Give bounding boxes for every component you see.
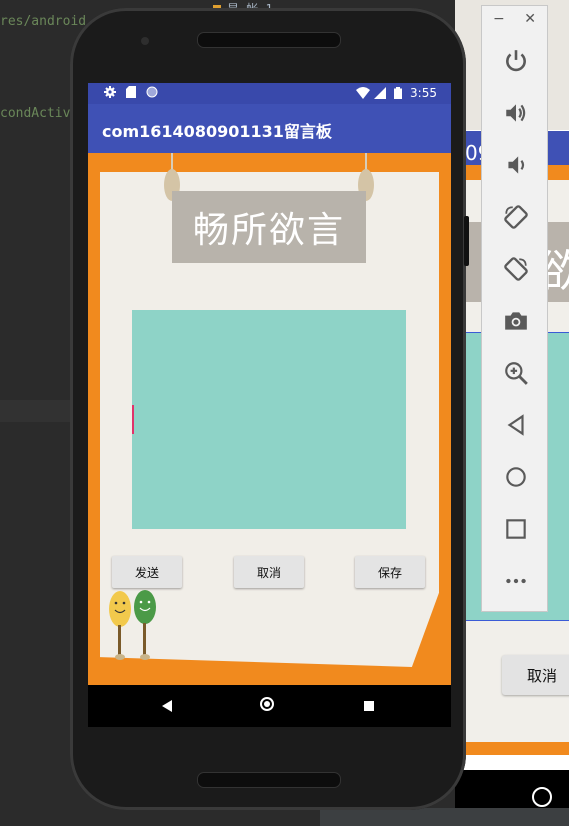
back-icon[interactable] xyxy=(162,700,172,712)
back-icon[interactable] xyxy=(482,399,549,451)
app-bar: com1614080901131留言板 xyxy=(88,104,451,153)
settings-icon xyxy=(104,86,116,98)
send-button[interactable]: 发送 xyxy=(112,556,182,588)
side-button[interactable] xyxy=(464,216,469,266)
background-emulator-home-icon[interactable] xyxy=(532,787,552,807)
volume-up-icon[interactable] xyxy=(482,87,549,139)
message-board-content: 畅所欲言 发送 取消 保存 xyxy=(88,153,451,685)
volume-down-icon[interactable] xyxy=(482,139,549,191)
minimize-button[interactable]: − xyxy=(493,11,505,35)
power-icon[interactable] xyxy=(482,35,549,87)
top-speaker xyxy=(197,32,341,48)
overview-icon[interactable] xyxy=(482,503,549,555)
status-time: 3:55 xyxy=(410,86,437,100)
close-button[interactable]: ✕ xyxy=(524,11,536,35)
background-emulator-cancel-button[interactable]: 取消 xyxy=(502,655,569,695)
cancel-button[interactable]: 取消 xyxy=(234,556,304,588)
home-icon[interactable] xyxy=(260,697,274,711)
ide-code-line: condActiv xyxy=(0,106,71,121)
ide-bottom-bar-right xyxy=(320,808,569,826)
ide-code-line: res/android xyxy=(0,14,87,29)
sign-board: 畅所欲言 xyxy=(172,191,366,263)
rotate-left-icon[interactable] xyxy=(482,191,549,243)
circle-icon xyxy=(146,86,158,98)
rotate-right-icon[interactable] xyxy=(482,243,549,295)
navigation-bar xyxy=(88,685,451,727)
recents-icon[interactable] xyxy=(364,701,374,711)
ide-bottom-bar xyxy=(0,808,320,826)
zoom-icon[interactable] xyxy=(482,347,549,399)
camera-icon[interactable] xyxy=(482,295,549,347)
emulator-toolbar: − ✕ xyxy=(481,5,548,612)
app-title: com1614080901131留言板 xyxy=(102,122,332,141)
phone-screen: 3:55 com1614080901131留言板 畅所欲言 发送 取消 保存 xyxy=(88,83,451,727)
front-camera xyxy=(141,37,149,45)
text-cursor xyxy=(132,405,134,434)
more-icon[interactable] xyxy=(482,555,549,607)
bottom-speaker xyxy=(197,772,341,788)
battery-icon xyxy=(392,87,404,99)
status-bar: 3:55 xyxy=(88,83,451,104)
signal-icon xyxy=(374,87,387,99)
home-icon[interactable] xyxy=(482,451,549,503)
wifi-icon xyxy=(356,87,371,99)
message-input[interactable] xyxy=(132,310,406,529)
save-button[interactable]: 保存 xyxy=(355,556,425,588)
smiley-figures-decoration xyxy=(109,590,156,660)
sd-card-icon xyxy=(125,86,137,98)
